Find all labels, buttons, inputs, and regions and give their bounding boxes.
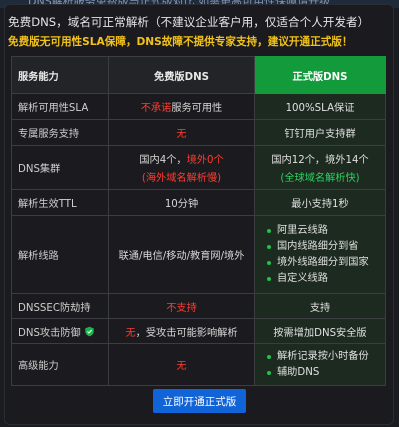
feature-label: DNS攻击防御 [18,327,81,339]
table-row: DNS攻击防御 无，受攻击可能影响解析 按需增加DNS安全版 [11,318,386,344]
free-negative: 不支持 [166,302,197,314]
free-cell: 无 [108,343,255,386]
pro-cell: 阿里云线路 国内线路细分到省 境外线路细分到国家 自定义线路 [254,215,386,294]
list-item: 解析记录按小时备份 [267,349,379,365]
table-row: 解析线路 联通/电信/移动/教育网/境外 阿里云线路 国内线路细分到省 境外线路… [11,215,386,294]
header-pro: 正式版DNS [254,56,386,94]
free-negative: 无 [176,129,187,140]
list-item: 自定义线路 [267,271,379,287]
table-row: 专属服务支持 无 钉钉用户支持群 [11,119,386,146]
free-negative: 不承诺 [140,103,172,114]
feature-cell: DNS攻击防御 [11,318,109,344]
pro-text: 国内12个，境外14个 [271,155,369,166]
free-cell: 国内4个，境外0个 (海外域名解析慢) [108,145,255,190]
feature-cell: DNS集群 [11,145,109,190]
free-text: ，受攻击可能影响解析 [135,327,238,339]
feature-cell: 解析线路 [11,215,109,294]
list-item: 辅助DNS [267,365,379,381]
pro-positive-note: (全球域名解析快) [280,173,360,184]
pro-feature-list: 阿里云线路 国内线路细分到省 境外线路细分到国家 自定义线路 [261,223,379,287]
list-item: 国内线路细分到省 [267,239,379,255]
free-cell: 不承诺服务可用性 [108,93,255,120]
dialog-headline: 免费DNS，域名可正常解析（不建议企业客户用，仅适合个人开发者） [8,15,370,29]
pro-cell: 国内12个，境外14个 (全球域名解析快) [254,145,386,190]
header-free: 免费版DNS [108,56,255,94]
feature-cell: 解析可用性SLA [11,93,109,120]
shield-icon [85,326,94,336]
table-row: 解析生效TTL 10分钟 最小支持1秒 [11,189,386,216]
feature-cell: 解析生效TTL [11,189,109,216]
list-item: 境外线路细分到国家 [267,255,379,271]
free-cell: 10分钟 [108,189,255,216]
free-negative: 无 [176,361,187,372]
free-negative-note: (海外域名解析慢) [141,173,222,184]
free-text: 服务可用性 [171,103,223,114]
table-header-row: 服务能力 免费版DNS 正式版DNS [11,56,386,94]
feature-cell: 高级能力 [11,343,109,386]
warning-subline: 免费版无可用性SLA保障，DNS故障不提供专家支持，建议开通正式版！ [8,36,353,48]
table-row: DNS集群 国内4个，境外0个 (海外域名解析慢) 国内12个，境外14个 (全… [11,145,386,190]
free-cell: 联通/电信/移动/教育网/境外 [108,215,255,294]
pro-cell: 按需增加DNS安全版 [254,318,386,344]
list-item: 阿里云线路 [267,223,379,239]
free-negative: 无 [125,327,136,339]
feature-cell: 专属服务支持 [11,119,109,146]
free-cell: 无，受攻击可能影响解析 [108,318,255,344]
upgrade-button[interactable]: 立即开通正式版 [153,389,246,413]
pro-cell: 最小支持1秒 [254,189,386,216]
table-row: 解析可用性SLA 不承诺服务可用性 100%SLA保证 [11,93,386,120]
free-cell: 不支持 [108,293,255,319]
pro-cell: 解析记录按小时备份 辅助DNS [254,343,386,386]
comparison-table: 服务能力 免费版DNS 正式版DNS 解析可用性SLA 不承诺服务可用性 100… [11,56,386,386]
table-row: DNSSEC防劫持 不支持 支持 [11,293,386,319]
free-cell: 无 [108,119,255,146]
free-text: 国内4个， [139,155,187,166]
free-negative: 境外0个 [186,155,224,166]
feature-cell: DNSSEC防劫持 [11,293,109,319]
pro-feature-list: 解析记录按小时备份 辅助DNS [261,349,379,381]
pro-cell: 钉钉用户支持群 [254,119,386,146]
table-row: 高级能力 无 解析记录按小时备份 辅助DNS [11,343,386,386]
header-feature: 服务能力 [11,56,109,94]
pro-cell: 100%SLA保证 [254,93,386,120]
pro-cell: 支持 [254,293,386,319]
